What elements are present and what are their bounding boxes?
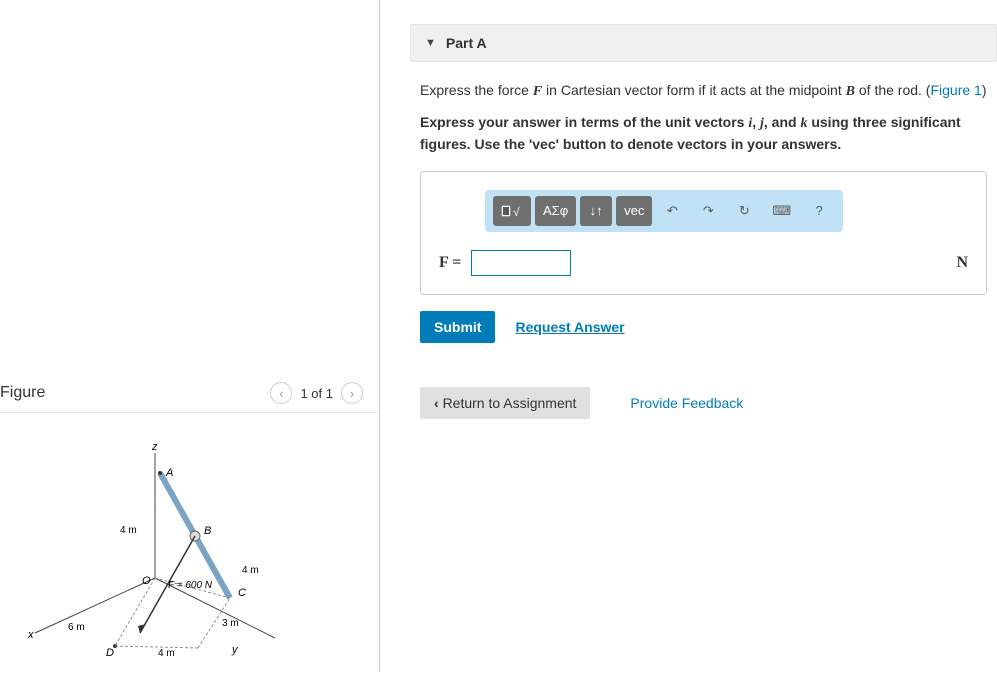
svg-text:y: y [231, 644, 239, 656]
question-text: Express the force F in Cartesian vector … [420, 80, 987, 102]
answer-box: √ ΑΣφ ↓↑ vec ↶ ↷ ↻ ⌨ ? F = N [420, 171, 987, 295]
svg-text:6 m: 6 m [68, 622, 85, 633]
unit-label: N [956, 254, 968, 272]
help-button[interactable]: ? [803, 196, 835, 226]
svg-text:B: B [204, 525, 211, 537]
request-answer-link[interactable]: Request Answer [515, 319, 624, 335]
svg-text:√: √ [513, 205, 520, 219]
figure-nav-count: 1 of 1 [300, 386, 333, 401]
greek-button[interactable]: ΑΣφ [535, 196, 576, 226]
figure-link[interactable]: Figure 1 [930, 82, 981, 98]
figure-next-button[interactable]: › [341, 382, 363, 404]
subscript-button[interactable]: ↓↑ [580, 196, 612, 226]
svg-text:D: D [106, 647, 114, 659]
instruction-text: Express your answer in terms of the unit… [420, 112, 987, 155]
answer-label: F = [439, 254, 461, 272]
figure-diagram: z x y A B C O D 4 m [0, 413, 379, 696]
svg-text:4 m: 4 m [158, 648, 175, 659]
svg-text:F = 600 N: F = 600 N [168, 580, 213, 591]
collapse-icon: ▼ [425, 37, 436, 49]
svg-text:z: z [151, 441, 158, 453]
figure-nav: ‹ 1 of 1 › [270, 382, 363, 404]
reset-button[interactable]: ↻ [728, 196, 760, 226]
redo-button[interactable]: ↷ [692, 196, 724, 226]
vec-button[interactable]: vec [616, 196, 652, 226]
svg-text:C: C [238, 587, 246, 599]
templates-button[interactable]: √ [493, 196, 531, 226]
figure-title: Figure [0, 384, 45, 402]
svg-text:A: A [165, 467, 173, 479]
keyboard-button[interactable]: ⌨ [764, 196, 799, 226]
part-title: Part A [446, 35, 487, 51]
svg-text:4 m: 4 m [242, 565, 259, 576]
part-header[interactable]: ▼ Part A [410, 24, 997, 62]
svg-text:3 m: 3 m [222, 618, 239, 629]
feedback-link[interactable]: Provide Feedback [630, 395, 743, 411]
svg-text:x: x [27, 629, 34, 641]
undo-button[interactable]: ↶ [656, 196, 688, 226]
submit-button[interactable]: Submit [420, 311, 495, 343]
svg-text:O: O [142, 575, 151, 587]
return-button[interactable]: ‹ Return to Assignment [420, 387, 590, 419]
equation-toolbar: √ ΑΣφ ↓↑ vec ↶ ↷ ↻ ⌨ ? [485, 190, 843, 232]
svg-text:4 m: 4 m [120, 525, 137, 536]
figure-prev-button[interactable]: ‹ [270, 382, 292, 404]
answer-input[interactable] [471, 250, 571, 276]
